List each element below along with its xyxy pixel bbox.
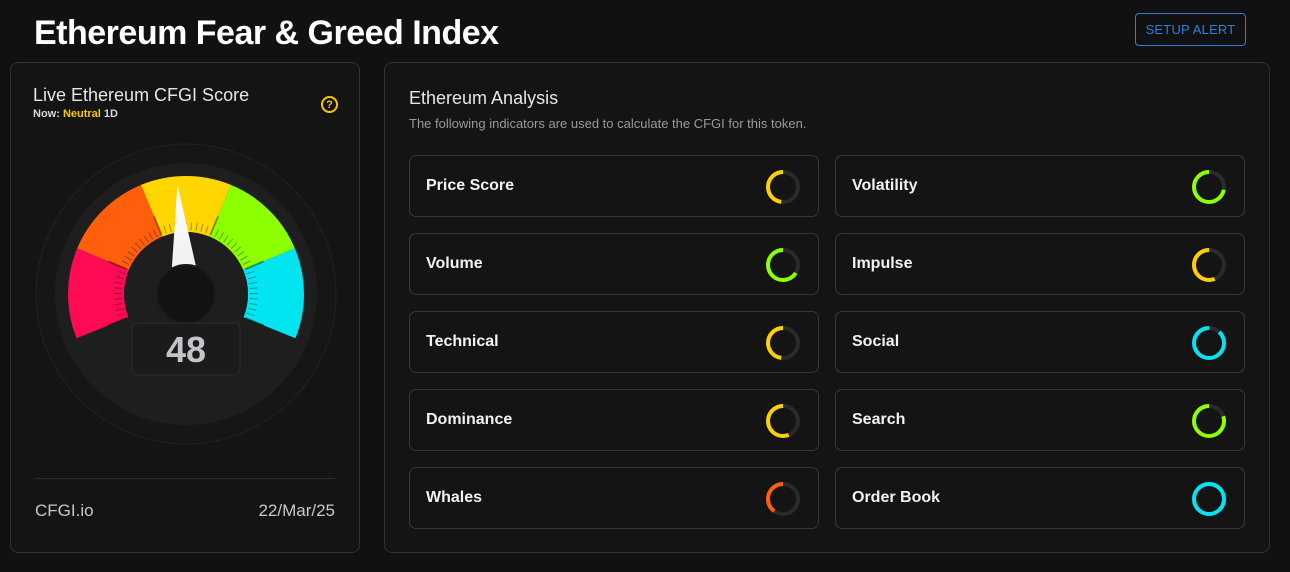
indicator-label: Whales	[426, 489, 483, 506]
indicator-label: Volume	[426, 255, 483, 272]
indicator-volatility[interactable]: Volatility	[835, 155, 1245, 217]
indicator-ring-icon	[1192, 248, 1226, 282]
indicator-ring-icon	[1192, 170, 1226, 204]
analysis-title: Ethereum Analysis	[409, 88, 559, 108]
indicator-label: Technical	[426, 333, 499, 350]
indicator-technical[interactable]: Technical	[409, 311, 819, 373]
setup-alert-button[interactable]: SETUP ALERT	[1135, 13, 1246, 46]
indicator-label: Volatility	[852, 177, 918, 194]
current-sentiment: Now: Neutral 1D	[33, 108, 118, 120]
now-label: Now:	[33, 108, 60, 120]
indicator-order-book[interactable]: Order Book	[835, 467, 1245, 529]
indicator-ring-icon	[766, 170, 800, 204]
indicator-ring-icon	[766, 326, 800, 360]
indicator-impulse[interactable]: Impulse	[835, 233, 1245, 295]
indicator-ring-icon	[1192, 326, 1226, 360]
score-value: 48	[166, 329, 206, 370]
timeframe-label: 1D	[103, 108, 118, 120]
score-card-title: Live Ethereum CFGI Score	[33, 85, 250, 105]
gauge-tick	[249, 298, 258, 300]
help-icon[interactable]: ?	[321, 96, 338, 113]
ring-progress	[1192, 326, 1226, 360]
indicator-ring-icon	[766, 248, 800, 282]
indicator-label: Order Book	[852, 489, 941, 506]
indicator-ring-icon	[1192, 404, 1226, 438]
indicator-ring-icon	[766, 404, 800, 438]
fear-greed-gauge: 48	[35, 143, 337, 445]
indicator-ring-icon	[766, 482, 800, 516]
gauge-tick	[114, 287, 123, 290]
ring-progress	[1192, 482, 1226, 516]
indicator-price-score[interactable]: Price Score	[409, 155, 819, 217]
indicator-whales[interactable]: Whales	[409, 467, 819, 529]
score-card: Live Ethereum CFGI Score Now: Neutral 1D…	[10, 62, 360, 553]
gauge-hub	[156, 264, 216, 324]
page-title: Ethereum Fear & Greed Index	[34, 14, 499, 52]
indicator-dominance[interactable]: Dominance	[409, 389, 819, 451]
gauge-tick	[249, 287, 258, 290]
sentiment-label: Neutral	[62, 108, 101, 120]
indicator-label: Dominance	[426, 411, 513, 428]
gauge-tick	[190, 222, 193, 231]
divider	[35, 478, 335, 479]
analysis-card: Ethereum Analysis The following indicato…	[384, 62, 1270, 553]
gauge-tick	[114, 298, 123, 300]
indicator-label: Impulse	[852, 255, 913, 272]
analysis-subtitle: The following indicators are used to cal…	[409, 116, 807, 131]
footer-date: 22/Mar/25	[258, 501, 335, 520]
indicator-search[interactable]: Search	[835, 389, 1245, 451]
indicator-social[interactable]: Social	[835, 311, 1245, 373]
indicator-label: Social	[852, 333, 900, 350]
indicator-label: Price Score	[426, 177, 515, 194]
indicator-label: Search	[852, 411, 906, 428]
indicator-volume[interactable]: Volume	[409, 233, 819, 295]
indicator-ring-icon	[1192, 482, 1226, 516]
footer-brand: CFGI.io	[35, 501, 94, 520]
